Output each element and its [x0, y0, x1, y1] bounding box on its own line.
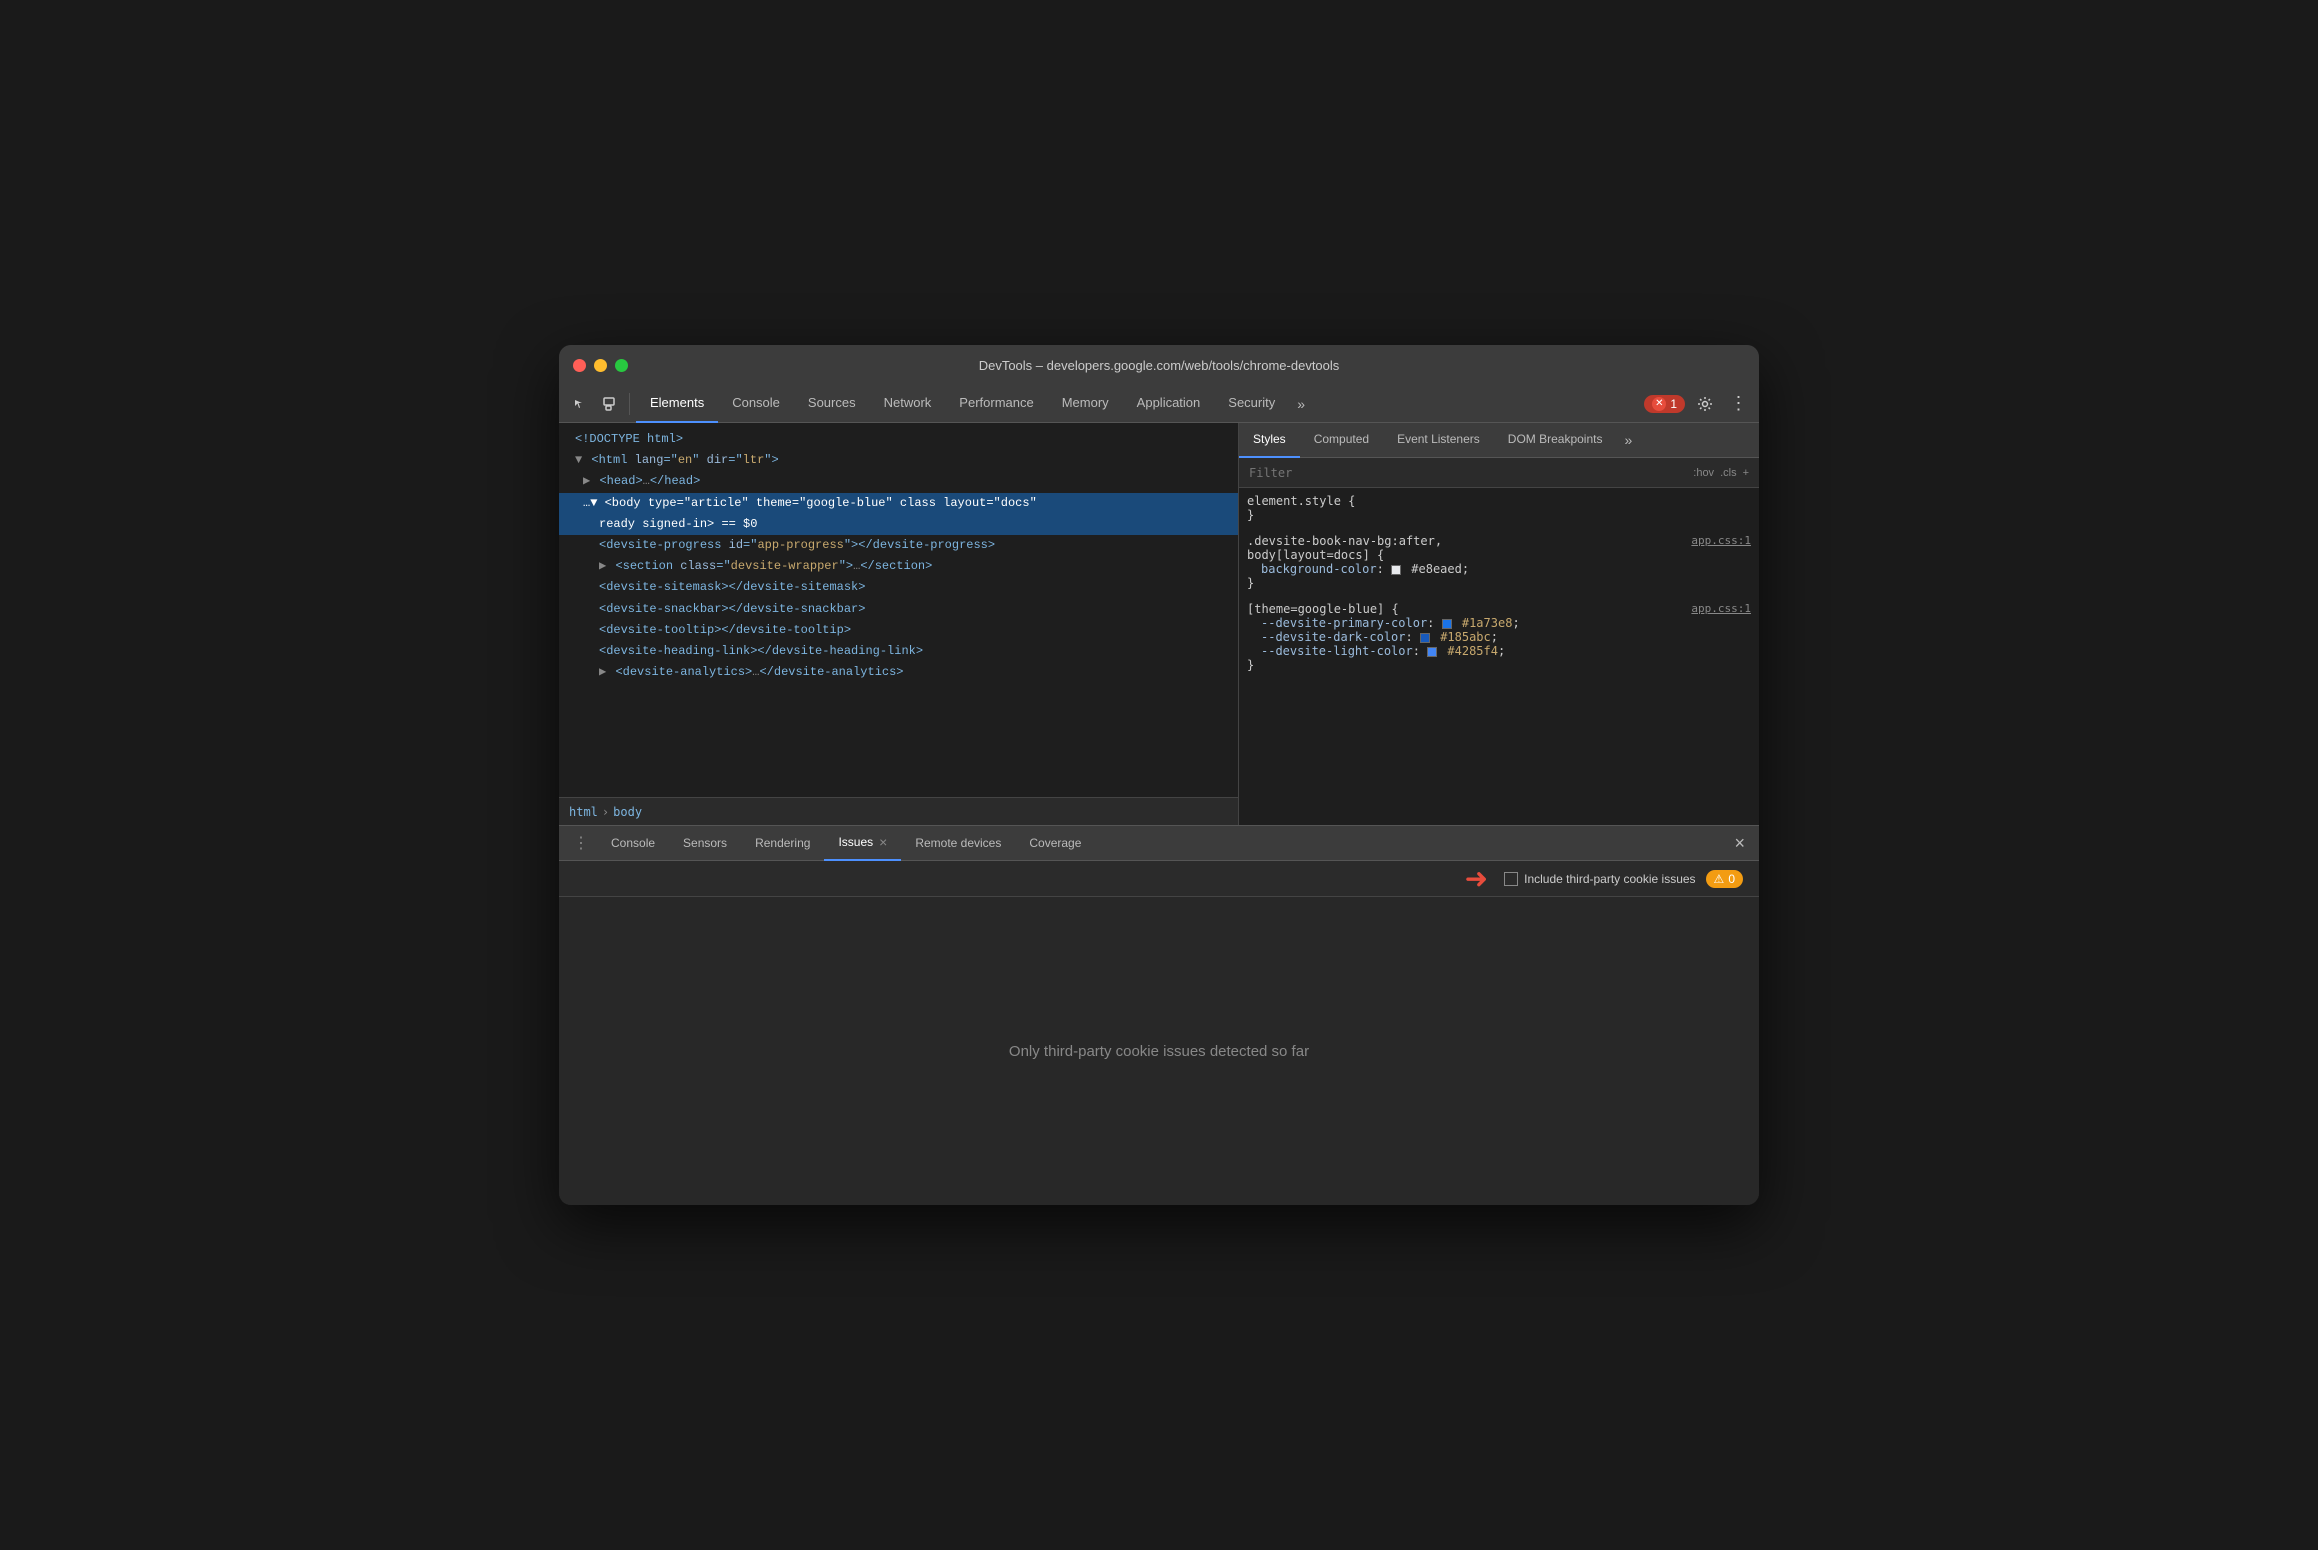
styles-content: element.style { } app.css:1 .devsite-boo… — [1239, 488, 1759, 825]
dom-devsite-sitemask[interactable]: <devsite-sitemask></devsite-sitemask> — [559, 577, 1238, 598]
tab-more-button[interactable]: » — [1289, 396, 1313, 412]
css-rule-devsite-book-nav: app.css:1 .devsite-book-nav-bg:after, bo… — [1247, 534, 1751, 590]
tab-memory[interactable]: Memory — [1048, 385, 1123, 423]
css-source-app2[interactable]: app.css:1 — [1691, 602, 1751, 615]
tab-console[interactable]: Console — [718, 385, 794, 423]
devtools-container: Elements Console Sources Network Perform… — [559, 385, 1759, 1205]
expand-analytics-icon[interactable] — [599, 665, 606, 679]
styles-tabs: Styles Computed Event Listeners DOM Brea… — [1239, 423, 1759, 458]
css-rule-element-style: element.style { } — [1247, 494, 1751, 522]
issues-toolbar: ➜ Include third-party cookie issues ⚠ 0 — [559, 861, 1759, 897]
hov-filter-button[interactable]: :hov — [1693, 467, 1714, 479]
tab-styles[interactable]: Styles — [1239, 423, 1300, 458]
breadcrumb-html[interactable]: html — [569, 805, 598, 819]
tab-coverage[interactable]: Coverage — [1015, 826, 1095, 861]
tab-remote-devices[interactable]: Remote devices — [901, 826, 1015, 861]
maximize-traffic-light[interactable] — [615, 359, 628, 372]
warning-count-badge: ⚠ 0 — [1706, 870, 1743, 888]
main-tab-nav: Elements Console Sources Network Perform… — [636, 385, 1313, 422]
settings-icon-button[interactable] — [1691, 390, 1719, 418]
expand-head-icon[interactable] — [583, 474, 590, 488]
styles-filter-actions: :hov .cls + — [1693, 467, 1749, 479]
bottom-tab-menu-icon[interactable]: ⋮ — [565, 833, 597, 853]
tab-sensors[interactable]: Sensors — [669, 826, 741, 861]
styles-tab-more[interactable]: » — [1616, 432, 1640, 448]
traffic-lights — [573, 359, 628, 372]
window-title: DevTools – developers.google.com/web/too… — [979, 358, 1340, 373]
cls-filter-button[interactable]: .cls — [1720, 467, 1737, 479]
tab-elements[interactable]: Elements — [636, 385, 718, 423]
styles-filter-input[interactable] — [1249, 466, 1683, 480]
tab-dom-breakpoints[interactable]: DOM Breakpoints — [1494, 423, 1617, 458]
dom-devsite-snackbar[interactable]: <devsite-snackbar></devsite-snackbar> — [559, 599, 1238, 620]
dom-section[interactable]: <section class="devsite-wrapper">…</sect… — [559, 556, 1238, 577]
dom-body-attr: ready signed-in> == $0 — [559, 514, 1238, 535]
tab-sources[interactable]: Sources — [794, 385, 870, 423]
devtools-toolbar: Elements Console Sources Network Perform… — [559, 385, 1759, 423]
dom-head[interactable]: <head>…</head> — [559, 471, 1238, 492]
issues-empty-state: Only third-party cookie issues detected … — [559, 897, 1759, 1205]
color-swatch-185abc[interactable] — [1420, 633, 1430, 643]
bottom-tabs: ⋮ Console Sensors Rendering Issues × Rem… — [559, 826, 1759, 861]
dom-doctype: <!DOCTYPE html> — [559, 429, 1238, 450]
dom-devsite-heading-link[interactable]: <devsite-heading-link></devsite-heading-… — [559, 641, 1238, 662]
error-count-badge[interactable]: ✕ 1 — [1644, 395, 1685, 413]
arrow-indicator-icon: ➜ — [1465, 862, 1488, 895]
error-x-icon: ✕ — [1652, 397, 1666, 411]
color-swatch-4285f4[interactable] — [1427, 647, 1437, 657]
color-swatch-e8eaed[interactable] — [1391, 565, 1401, 575]
tab-performance[interactable]: Performance — [945, 385, 1047, 423]
add-style-button[interactable]: + — [1743, 467, 1749, 479]
title-bar: DevTools – developers.google.com/web/too… — [559, 345, 1759, 385]
color-swatch-1a73e8[interactable] — [1442, 619, 1452, 629]
toolbar-separator — [629, 393, 630, 415]
main-content: <!DOCTYPE html> <html lang="en" dir="ltr… — [559, 423, 1759, 825]
tab-computed[interactable]: Computed — [1300, 423, 1383, 458]
device-toolbar-icon-button[interactable] — [595, 390, 623, 418]
styles-panel: Styles Computed Event Listeners DOM Brea… — [1239, 423, 1759, 825]
close-bottom-panel-button[interactable]: × — [1726, 833, 1753, 854]
minimize-traffic-light[interactable] — [594, 359, 607, 372]
dom-body[interactable]: …▼ <body type="article" theme="google-bl… — [559, 493, 1238, 514]
inspect-icon-button[interactable] — [565, 390, 593, 418]
css-source-app1[interactable]: app.css:1 — [1691, 534, 1751, 547]
css-rule-theme-google-blue: app.css:1 [theme=google-blue] { --devsit… — [1247, 602, 1751, 672]
tab-issues[interactable]: Issues × — [824, 826, 901, 861]
expand-section-icon[interactable] — [599, 559, 606, 573]
third-party-cookie-checkbox[interactable] — [1504, 872, 1518, 886]
more-options-icon-button[interactable]: ⋮ — [1725, 390, 1753, 418]
tab-event-listeners[interactable]: Event Listeners — [1383, 423, 1494, 458]
breadcrumb-body[interactable]: body — [613, 805, 642, 819]
tab-rendering[interactable]: Rendering — [741, 826, 824, 861]
close-traffic-light[interactable] — [573, 359, 586, 372]
dom-devsite-tooltip[interactable]: <devsite-tooltip></devsite-tooltip> — [559, 620, 1238, 641]
breadcrumb-bar: html › body — [559, 797, 1238, 825]
styles-filter-bar: :hov .cls + — [1239, 458, 1759, 488]
tab-console-bottom[interactable]: Console — [597, 826, 669, 861]
devtools-window: DevTools – developers.google.com/web/too… — [559, 345, 1759, 1205]
tab-application[interactable]: Application — [1123, 385, 1215, 423]
tab-security[interactable]: Security — [1214, 385, 1289, 423]
dom-panel: <!DOCTYPE html> <html lang="en" dir="ltr… — [559, 423, 1239, 825]
dom-html[interactable]: <html lang="en" dir="ltr"> — [559, 450, 1238, 471]
third-party-cookie-checkbox-label[interactable]: Include third-party cookie issues — [1504, 872, 1695, 886]
toolbar-right: ✕ 1 ⋮ — [1644, 390, 1753, 418]
expand-html-icon[interactable] — [575, 453, 582, 467]
dom-devsite-analytics[interactable]: <devsite-analytics>…</devsite-analytics> — [559, 662, 1238, 683]
error-count: 1 — [1670, 397, 1677, 411]
bottom-panel: ⋮ Console Sensors Rendering Issues × Rem… — [559, 825, 1759, 1205]
dom-devsite-progress[interactable]: <devsite-progress id="app-progress"></de… — [559, 535, 1238, 556]
close-issues-tab-icon[interactable]: × — [879, 835, 887, 849]
tab-network[interactable]: Network — [870, 385, 946, 423]
dom-tree[interactable]: <!DOCTYPE html> <html lang="en" dir="ltr… — [559, 423, 1238, 797]
